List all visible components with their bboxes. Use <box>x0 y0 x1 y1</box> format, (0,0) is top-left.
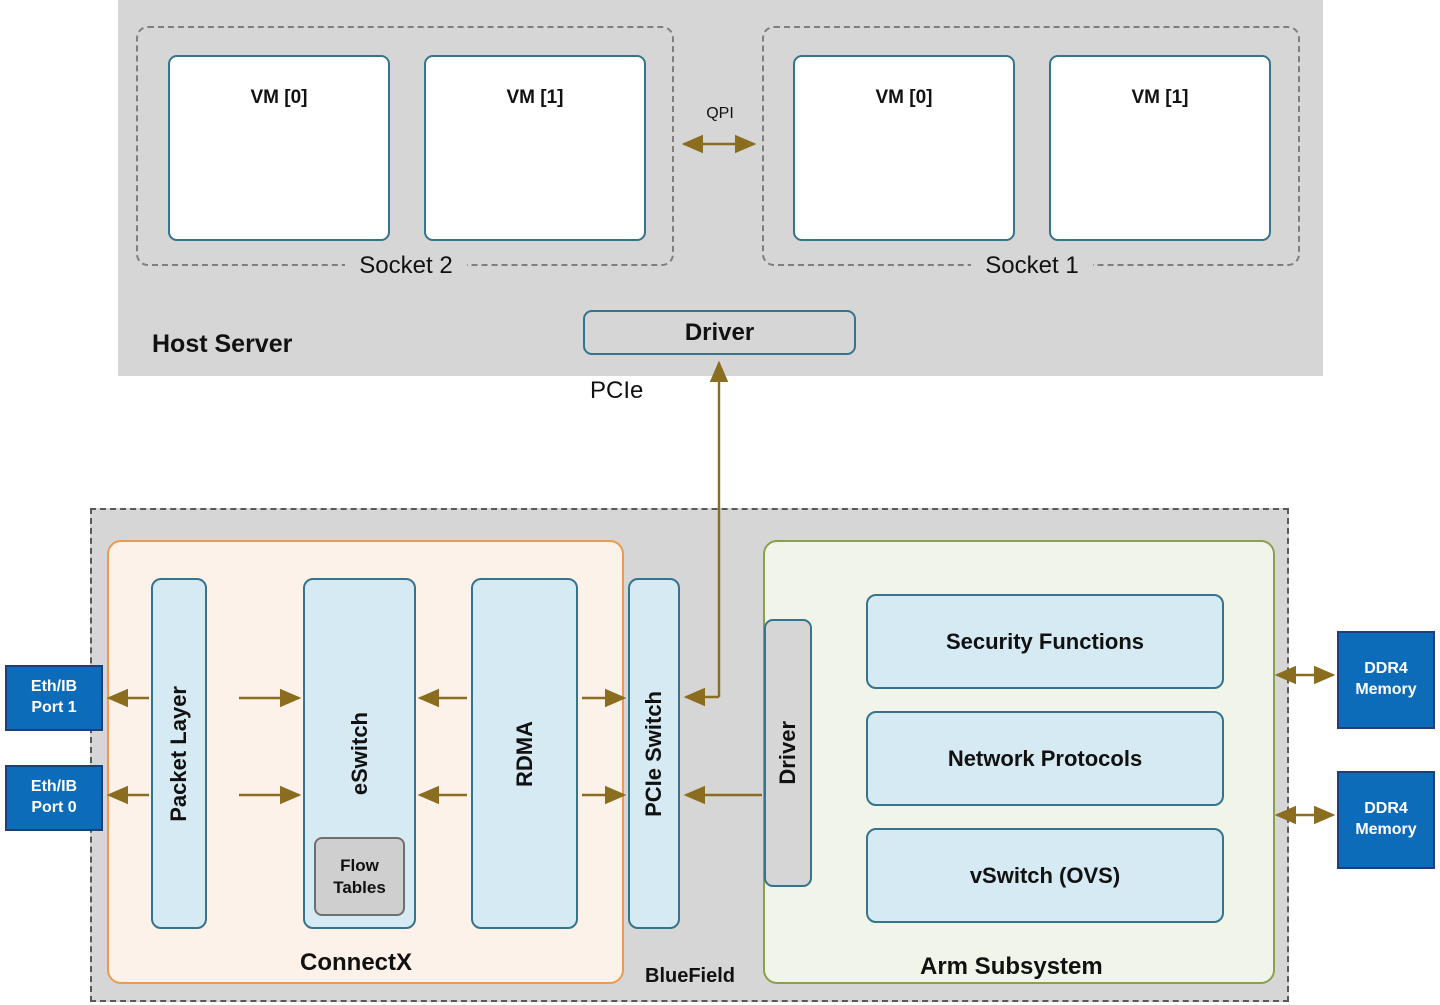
qpi-label: QPI <box>706 105 734 122</box>
eswitch-label: eSwitch <box>346 711 372 796</box>
host-server-label: Host Server <box>152 329 293 358</box>
arm-driver-label: Driver <box>775 721 800 785</box>
vm-label: VM [0] <box>250 87 308 108</box>
ddr4-memory-lower-line2: Memory <box>1355 821 1417 838</box>
arm-driver-block: Driver <box>764 619 812 887</box>
ddr4-memory-upper-line2: Memory <box>1355 681 1417 698</box>
vm-label: VM [0] <box>875 87 933 108</box>
rdma-block: RDMA <box>471 578 578 929</box>
vm-box-socket2-1: VM [1] <box>424 55 646 241</box>
flow-tables-label-line1: Flow <box>340 856 379 876</box>
host-driver-block: Driver <box>583 310 856 355</box>
flow-tables-label-line2: Tables <box>333 877 386 897</box>
eth-ib-port-1-line2: Port 1 <box>31 699 77 716</box>
flow-tables-block: Flow Tables <box>314 837 405 916</box>
security-functions-label: Security Functions <box>945 628 1145 654</box>
diagram-canvas: VM [0] VM [1] VM [0] VM [1] Socket 2 Soc… <box>0 0 1440 1005</box>
packet-layer-block: Packet Layer <box>151 578 207 929</box>
eth-ib-port-0-line2: Port 0 <box>31 799 77 816</box>
vm-box-socket1-1: VM [1] <box>1049 55 1271 241</box>
rdma-label: RDMA <box>511 720 537 787</box>
eth-ib-port-0-block: Eth/IB Port 0 <box>5 765 103 831</box>
vswitch-ovs-label: vSwitch (OVS) <box>969 862 1121 888</box>
ddr4-memory-upper-line1: DDR4 <box>1364 660 1408 678</box>
security-functions-block: Security Functions <box>866 594 1224 689</box>
arm-subsystem-label: Arm Subsystem <box>920 953 1103 980</box>
packet-layer-label: Packet Layer <box>166 685 191 822</box>
pcie-switch-label: PCIe Switch <box>641 690 666 817</box>
pcie-switch-block: PCIe Switch <box>628 578 680 929</box>
pcie-bus-label: PCIe <box>590 377 644 404</box>
socket-2-label: Socket 2 <box>345 251 467 281</box>
ddr4-memory-lower-line1: DDR4 <box>1364 800 1408 818</box>
vm-box-socket1-0: VM [0] <box>793 55 1015 241</box>
eth-ib-port-1-block: Eth/IB Port 1 <box>5 665 103 731</box>
ddr4-memory-upper-block: DDR4 Memory <box>1337 631 1435 729</box>
host-driver-label: Driver <box>684 318 755 346</box>
vswitch-ovs-block: vSwitch (OVS) <box>866 828 1224 923</box>
network-protocols-block: Network Protocols <box>866 711 1224 806</box>
eth-ib-port-1-line1: Eth/IB <box>30 678 78 696</box>
vm-label: VM [1] <box>1131 87 1189 108</box>
vm-label: VM [1] <box>506 87 564 108</box>
connectx-label: ConnectX <box>300 949 413 976</box>
network-protocols-label: Network Protocols <box>947 745 1143 771</box>
eth-ib-port-0-line1: Eth/IB <box>30 778 78 796</box>
socket-1-label: Socket 1 <box>971 251 1093 281</box>
vm-box-socket2-0: VM [0] <box>168 55 390 241</box>
ddr4-memory-lower-block: DDR4 Memory <box>1337 771 1435 869</box>
